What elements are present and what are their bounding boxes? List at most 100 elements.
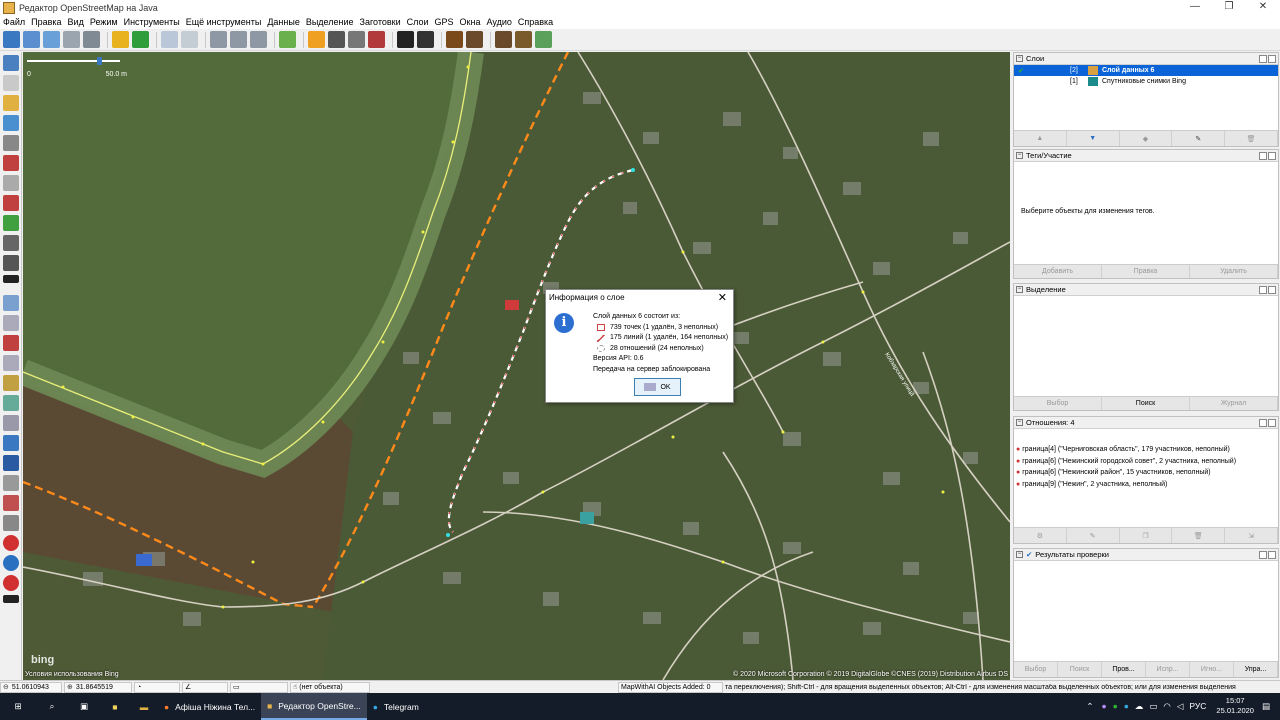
minimize-button[interactable]: —	[1178, 0, 1212, 15]
language-indicator[interactable]: РУС	[1189, 701, 1206, 711]
validation-dialog-icon[interactable]	[3, 455, 19, 471]
menu-view[interactable]: Вид	[65, 17, 87, 27]
bing-terms-link[interactable]: Условия использования Bing	[25, 671, 119, 678]
imagery-dialog-icon[interactable]	[3, 415, 19, 431]
conflict-dialog-icon[interactable]	[3, 435, 19, 451]
castle-icon[interactable]	[495, 31, 512, 48]
split-way-icon[interactable]	[230, 31, 247, 48]
relation-list-item[interactable]: ● граница[4] ("Черниговская область", 17…	[1016, 444, 1278, 456]
maximize-button[interactable]: ❐	[1212, 0, 1246, 15]
volume-icon[interactable]: ◁	[1177, 701, 1184, 712]
layer-row[interactable]: [1] Спутниковые снимки Bing	[1014, 76, 1278, 87]
map-canvas[interactable]: Кобзарская улица	[23, 52, 1010, 680]
panel-close-icon[interactable]	[1268, 55, 1276, 63]
merge-layer-icon[interactable]: ◆	[1120, 131, 1173, 146]
selection-dialog-icon[interactable]	[3, 335, 19, 351]
redo-icon[interactable]	[132, 31, 149, 48]
download-icon[interactable]	[43, 31, 60, 48]
panel-detach-icon[interactable]	[1259, 551, 1267, 559]
panel-collapse-icon[interactable]: −	[1016, 55, 1023, 62]
menu-tools[interactable]: Инструменты	[121, 17, 183, 27]
telegram-tray-icon[interactable]: ●	[1124, 701, 1129, 711]
parallel-way-icon[interactable]	[3, 175, 19, 191]
relation-list-item[interactable]: ● граница[9] ("Нежин", 2 участника, непо…	[1016, 479, 1278, 491]
search-button[interactable]: Поиск	[1102, 397, 1190, 410]
windows-start-icon[interactable]: ⊞	[0, 693, 36, 720]
select-tool-icon[interactable]	[3, 55, 19, 71]
layer-name[interactable]: Спутниковые снимки Bing	[1102, 78, 1186, 85]
notes-dialog-icon[interactable]	[3, 495, 19, 511]
changeset-icon[interactable]	[3, 555, 19, 571]
imagery-icon[interactable]	[279, 31, 296, 48]
menu-selection[interactable]: Выделение	[303, 17, 357, 27]
menu-data[interactable]: Данные	[264, 17, 303, 27]
preferences-icon[interactable]	[181, 31, 198, 48]
traffic-light-icon[interactable]	[308, 31, 325, 48]
open-file-icon[interactable]	[3, 31, 20, 48]
viber-icon[interactable]: ●	[1101, 701, 1106, 711]
upload-icon[interactable]	[63, 31, 80, 48]
menu-file[interactable]: Файл	[0, 17, 28, 27]
building-tool-icon[interactable]	[3, 255, 19, 271]
panel-collapse-icon[interactable]: −	[1016, 419, 1023, 426]
panel-detach-icon[interactable]	[1259, 419, 1267, 427]
delete-layer-icon[interactable]: 🗑	[1225, 131, 1278, 146]
combine-way-icon[interactable]	[210, 31, 227, 48]
map-view[interactable]: Кобзарская улица 0 50.0 m bing Условия и…	[23, 52, 1010, 680]
active-check-icon[interactable]: ✔	[1018, 67, 1028, 75]
car-icon[interactable]	[397, 31, 414, 48]
relation-list-item[interactable]: ● граница[6] ("Нежинский район", 15 учас…	[1016, 467, 1278, 479]
relation-dialog-icon[interactable]	[3, 355, 19, 371]
layer-name[interactable]: Слой данных 6	[1102, 67, 1154, 74]
filter-dialog-icon[interactable]	[3, 375, 19, 391]
menu-gps[interactable]: GPS	[432, 17, 457, 27]
edit-relation-icon[interactable]: ✎	[1067, 528, 1120, 543]
panel-detach-icon[interactable]	[1259, 152, 1267, 160]
validate-button[interactable]: Пров...	[1102, 662, 1146, 677]
move-down-icon[interactable]: ▼	[1067, 131, 1120, 146]
improve-way-icon[interactable]	[3, 155, 19, 171]
search-icon[interactable]: ⌕	[36, 693, 68, 720]
notifications-icon[interactable]: ▤	[1262, 701, 1270, 712]
menu-more-tools[interactable]: Ещё инструменты	[183, 17, 265, 27]
battery-icon[interactable]: ▭	[1149, 701, 1157, 712]
bus-icon[interactable]	[417, 31, 434, 48]
relation-list-item[interactable]: ● граница[6] ("Нежинский городской совет…	[1016, 456, 1278, 468]
factory-icon[interactable]	[515, 31, 532, 48]
clock[interactable]: 15:07 25.01.2020	[1216, 696, 1254, 716]
authors-dialog-icon[interactable]	[3, 515, 19, 531]
manage-button[interactable]: Упра...	[1234, 662, 1278, 677]
select-relation-icon[interactable]: ⇲	[1225, 528, 1278, 543]
menu-edit[interactable]: Правка	[28, 17, 64, 27]
lasso-tool-icon[interactable]	[3, 75, 19, 91]
panel-detach-icon[interactable]	[1259, 55, 1267, 63]
refresh-icon[interactable]	[250, 31, 267, 48]
mapillary-icon[interactable]	[3, 575, 19, 591]
history-button[interactable]: Журнал	[1190, 397, 1278, 410]
validation-search-button[interactable]: Поиск	[1058, 662, 1102, 677]
more-dialogs-icon[interactable]	[3, 595, 19, 603]
add-relation-icon[interactable]: ⚙	[1014, 528, 1067, 543]
tray-chevron-icon[interactable]: ⌃	[1086, 701, 1093, 712]
map-marker-icon[interactable]	[3, 535, 19, 551]
wall-icon[interactable]	[368, 31, 385, 48]
firefox-task[interactable]: ● Афіша Ніжина Тел...	[158, 693, 261, 720]
more-tools-icon[interactable]	[3, 275, 19, 283]
panel-close-icon[interactable]	[1268, 152, 1276, 160]
file-explorer-icon[interactable]: ▬	[130, 693, 158, 720]
history-dialog-icon[interactable]	[3, 395, 19, 411]
phone-icon[interactable]	[348, 31, 365, 48]
panel-collapse-icon[interactable]: −	[1016, 286, 1023, 293]
josm-task[interactable]: ■ Редактор OpenStre...	[261, 693, 367, 720]
search-icon[interactable]	[161, 31, 178, 48]
menu-help[interactable]: Справка	[515, 17, 556, 27]
menu-windows[interactable]: Окна	[457, 17, 484, 27]
drive-icon[interactable]: ●	[1113, 701, 1118, 711]
longitude-field[interactable]: ⊕ 31.8645519	[64, 681, 132, 693]
menu-mode[interactable]: Режим	[87, 17, 121, 27]
wifi-icon[interactable]: ◠	[1163, 701, 1170, 712]
menu-presets[interactable]: Заготовки	[357, 17, 404, 27]
panel-detach-icon[interactable]	[1259, 286, 1267, 294]
warning-sign-icon[interactable]	[446, 31, 463, 48]
select-button[interactable]: Выбор	[1014, 397, 1102, 410]
